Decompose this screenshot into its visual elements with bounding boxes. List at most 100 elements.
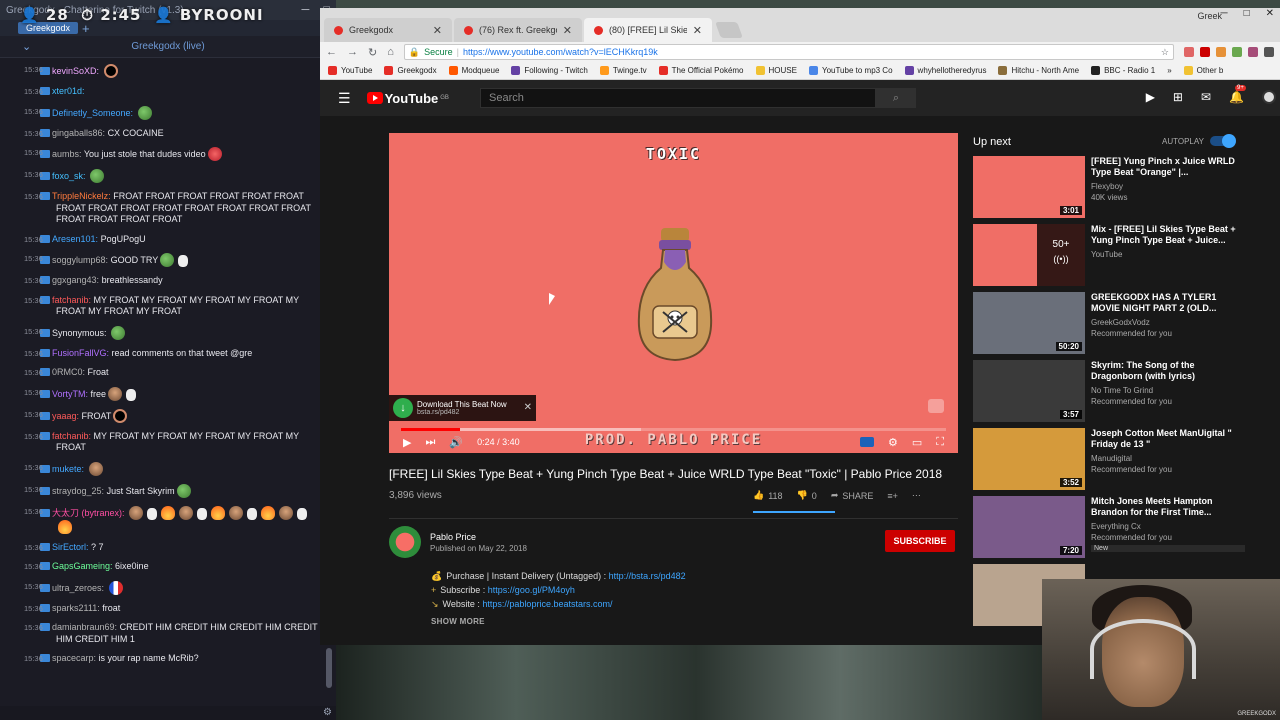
bookmark-item[interactable]: Greekgodx	[384, 66, 437, 75]
message-username[interactable]: Synonymous:	[52, 328, 107, 338]
recommended-video[interactable]: 7:20 Mitch Jones Meets Hampton Brandon fo…	[973, 496, 1253, 558]
message-username[interactable]: Aresen101:	[52, 234, 98, 244]
message-username[interactable]: ultra_zeroes:	[52, 583, 104, 593]
close-icon[interactable]: ✕	[1266, 8, 1274, 19]
message-username[interactable]: mukete:	[52, 464, 84, 474]
autoplay-icon[interactable]	[860, 437, 875, 447]
video-player[interactable]: TOXIC ↓ Download This Beat Now bsta.rs/p…	[389, 133, 958, 453]
browser-tab[interactable]: (80) [FREE] Lil Skies Ty ✕	[584, 18, 712, 42]
close-icon[interactable]: ✕	[524, 402, 532, 413]
message-username[interactable]: FusionFallVG:	[52, 348, 109, 358]
extension-icon[interactable]	[1248, 47, 1258, 57]
maximize-icon[interactable]: □	[1244, 8, 1250, 19]
message-username[interactable]: aumbs:	[52, 149, 82, 159]
video-thumbnail[interactable]: 7:20	[973, 496, 1085, 558]
extension-icon[interactable]	[1184, 47, 1194, 57]
channel-name[interactable]: Pablo Price	[430, 532, 476, 542]
message-username[interactable]: SirEctorl:	[52, 542, 89, 552]
youtube-logo[interactable]: YouTube GB	[366, 91, 449, 106]
extension-icon[interactable]	[1232, 47, 1242, 57]
recommended-video[interactable]: 3:52 Joseph Cotton Meet ManUigital " Frid…	[973, 428, 1253, 490]
reload-icon[interactable]: ↻	[368, 46, 377, 59]
message-username[interactable]: xter01d:	[52, 86, 85, 96]
video-thumbnail[interactable]: 3:01	[973, 156, 1085, 218]
browser-tab[interactable]: (76) Rex ft. Greekgodx - ✕	[454, 18, 582, 42]
download-card-link[interactable]: bsta.rs/pd482	[417, 409, 507, 416]
recommended-video-title[interactable]: Skyrim: The Song of the Dragonborn (with…	[1091, 360, 1245, 382]
account-avatar[interactable]	[1262, 90, 1276, 104]
hamburger-menu-icon[interactable]: ☰	[338, 90, 351, 107]
message-username[interactable]: fatchanib:	[52, 431, 91, 441]
close-icon[interactable]: ✕	[433, 24, 442, 37]
other-bookmarks[interactable]: Other b	[1183, 66, 1223, 75]
video-thumbnail[interactable]: 50:20	[973, 292, 1085, 354]
video-thumbnail[interactable]: 3:57	[973, 360, 1085, 422]
forward-icon[interactable]: →	[347, 46, 358, 58]
upload-video-icon[interactable]: ▶	[1146, 90, 1155, 104]
home-icon[interactable]: ⌂	[387, 46, 394, 58]
recommended-video-title[interactable]: Mix - [FREE] Lil Skies Type Beat + Yung …	[1091, 224, 1245, 246]
download-card[interactable]: ↓ Download This Beat Now bsta.rs/pd482 ✕	[389, 395, 536, 421]
search-input[interactable]: Search	[480, 88, 876, 108]
message-username[interactable]: sparks2111:	[52, 603, 100, 613]
theater-mode-icon[interactable]: ▭	[912, 436, 922, 449]
address-bar[interactable]: 🔒 Secure | https://www.youtube.com/watch…	[403, 44, 1174, 60]
recommended-video[interactable]: 3:01 [FREE] Yung Pinch x Juice WRLD Type …	[973, 156, 1253, 218]
bookmark-item[interactable]: YouTube to mp3 Co	[808, 66, 893, 75]
bookmark-item[interactable]: Following - Twitch	[511, 66, 588, 75]
message-username[interactable]: TrippleNickelz:	[52, 191, 111, 201]
close-icon[interactable]: ✕	[693, 24, 702, 37]
close-icon[interactable]: ✕	[563, 24, 572, 37]
video-thumbnail[interactable]: 3:52	[973, 428, 1085, 490]
description-link[interactable]: https://goo.gl/PM4oyh	[488, 585, 575, 595]
description-link[interactable]: https://pabloprice.beatstars.com/	[482, 599, 612, 609]
profile-name[interactable]: Greek	[1197, 11, 1222, 21]
subscribe-button[interactable]: SUBSCRIBE	[885, 530, 955, 552]
bookmark-item[interactable]: Twinge.tv	[599, 66, 647, 75]
message-username[interactable]: spacecarp:	[52, 653, 96, 663]
dislike-button[interactable]: 👎 0	[797, 490, 817, 501]
bookmarks-overflow-icon[interactable]: »	[1167, 66, 1171, 75]
description-link[interactable]: http://bsta.rs/pd482	[609, 571, 686, 581]
message-username[interactable]: foxo_sk:	[52, 171, 86, 181]
bookmark-item[interactable]: Modqueue	[448, 66, 499, 75]
recommended-video-title[interactable]: Joseph Cotton Meet ManUigital " Friday d…	[1091, 428, 1245, 450]
chevron-down-icon[interactable]: ⌄	[22, 40, 31, 53]
bookmark-item[interactable]: BBC - Radio 1	[1091, 66, 1155, 75]
message-username[interactable]: VortyTM:	[52, 389, 88, 399]
bookmark-item[interactable]: whyhellotheredyrus	[904, 66, 986, 75]
message-username[interactable]: Definetly_Someone:	[52, 108, 133, 118]
message-username[interactable]: 0RMC0:	[52, 367, 85, 377]
message-username[interactable]: GapsGameing:	[52, 561, 113, 571]
message-username[interactable]: fatchanib:	[52, 295, 91, 305]
video-thumbnail[interactable]: 50+ ((•))	[973, 224, 1085, 286]
bookmark-item[interactable]: YouTube	[328, 66, 372, 75]
notifications-bell-icon[interactable]: 🔔 9+	[1229, 85, 1246, 104]
chat-scrollbar[interactable]	[326, 648, 332, 688]
menu-dots-icon[interactable]	[1264, 47, 1274, 57]
recommended-video[interactable]: 50+ ((•)) Mix - [FREE] Lil Skies Type Beat…	[973, 224, 1253, 286]
search-button[interactable]: ⌕	[876, 88, 916, 108]
autoplay-toggle[interactable]	[1209, 134, 1236, 148]
new-tab-button[interactable]	[715, 22, 743, 38]
channel-watermark-icon[interactable]	[928, 399, 944, 413]
like-button[interactable]: 👍 118	[753, 490, 783, 501]
volume-icon[interactable]: 🔊	[449, 436, 463, 449]
bookmark-item[interactable]: Hitchu - North Ame	[998, 66, 1079, 75]
recommended-video[interactable]: 3:57 Skyrim: The Song of the Dragonborn (…	[973, 360, 1253, 422]
more-options-icon[interactable]: ⋯	[912, 490, 921, 501]
next-icon[interactable]: ⏭	[425, 436, 435, 449]
back-icon[interactable]: ←	[326, 46, 337, 58]
extension-icon[interactable]	[1200, 47, 1210, 57]
share-button[interactable]: ➦ SHARE	[831, 490, 874, 501]
fullscreen-icon[interactable]: ⛶	[936, 436, 944, 449]
bookmark-item[interactable]: HOUSE	[755, 66, 797, 75]
recommended-video[interactable]: 50:20 GREEKGODX HAS A TYLER1 MOVIE NIGHT …	[973, 292, 1253, 354]
show-more-button[interactable]: SHOW MORE	[431, 617, 485, 626]
message-username[interactable]: gingaballs86:	[52, 128, 105, 138]
message-username[interactable]: ggxgang43:	[52, 275, 99, 285]
message-username[interactable]: kevinSoXD:	[52, 66, 99, 76]
message-username[interactable]: yaaag:	[52, 411, 79, 421]
messages-icon[interactable]: ✉	[1201, 90, 1211, 104]
gear-icon[interactable]: ⚙	[323, 707, 332, 718]
